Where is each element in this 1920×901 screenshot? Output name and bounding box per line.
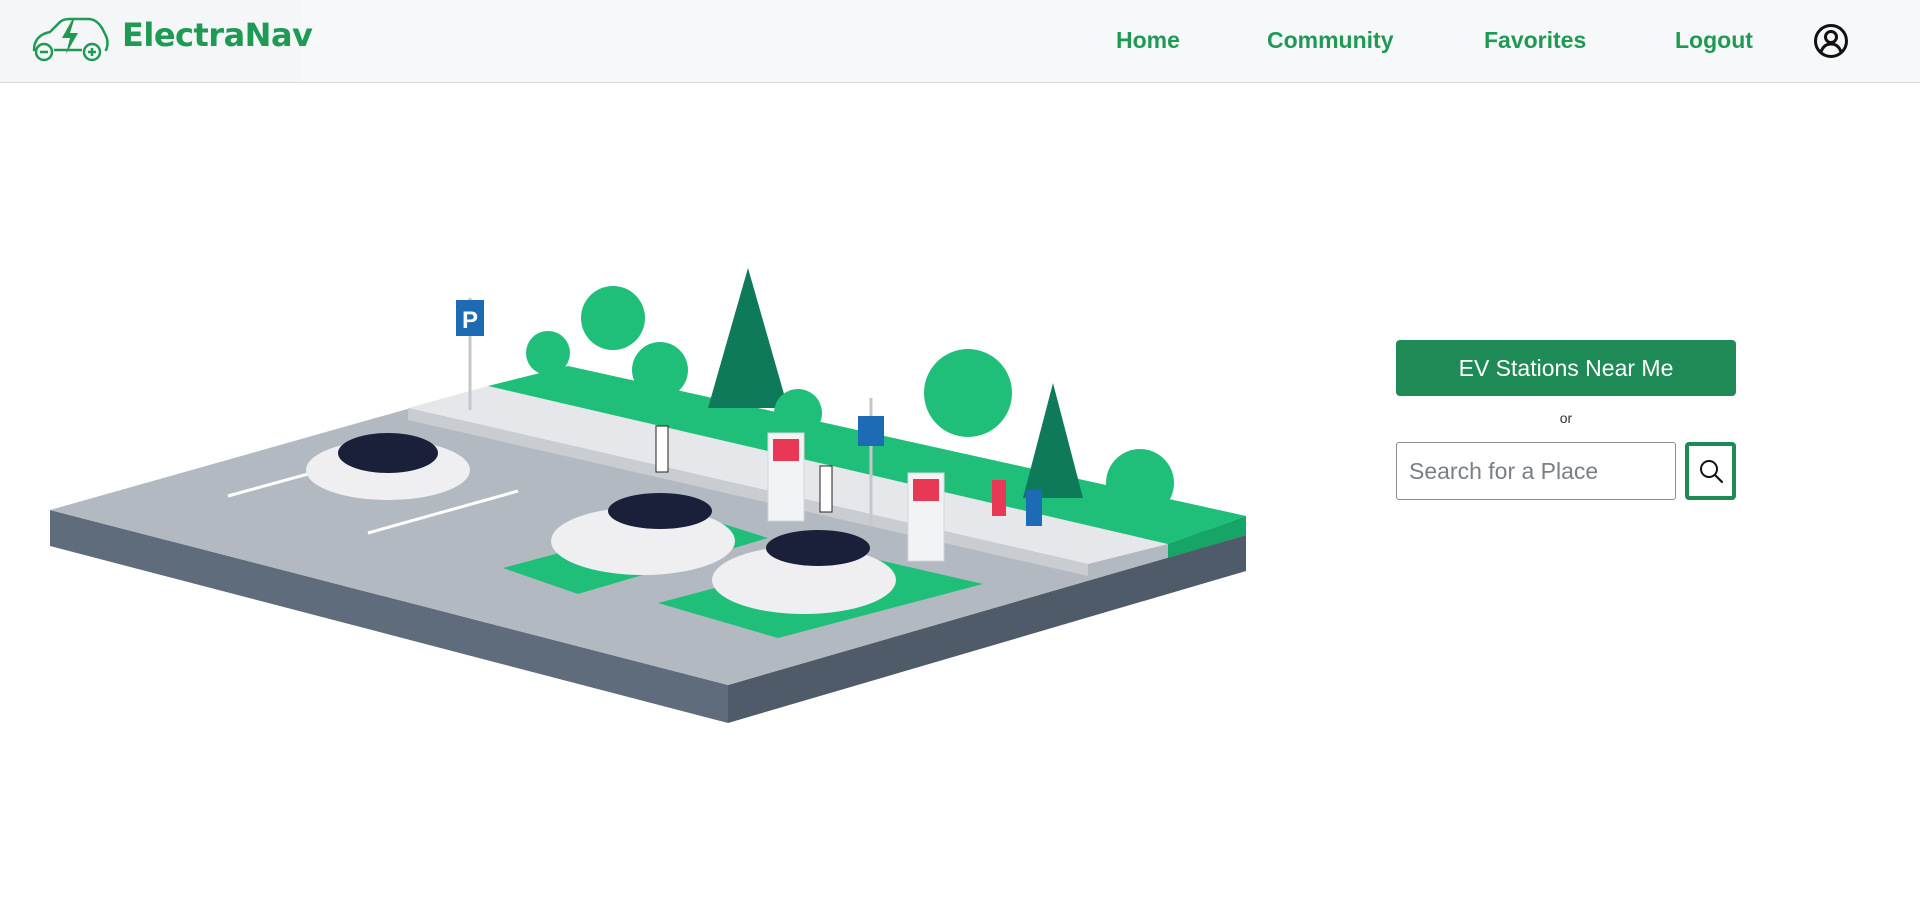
or-separator: or [1559, 410, 1573, 426]
user-circle-icon[interactable] [1813, 23, 1849, 59]
place-search-input[interactable] [1396, 442, 1676, 500]
nav-home-link[interactable]: Home [1116, 27, 1180, 54]
nav-favorites-link[interactable]: Favorites [1484, 27, 1586, 54]
search-icon [1699, 460, 1723, 484]
search-button[interactable] [1685, 442, 1736, 500]
main-nav: Home Community Favorites Logout [0, 0, 1920, 82]
nav-logout-link[interactable]: Logout [1675, 27, 1753, 54]
svg-text:P: P [462, 307, 478, 334]
top-navbar: ElectraNav Home Community Favorites Logo… [0, 0, 1920, 83]
ev-charging-parking-lot-illustration: P [50, 268, 1246, 723]
ev-stations-near-me-button[interactable]: EV Stations Near Me [1396, 340, 1736, 396]
nav-community-link[interactable]: Community [1267, 27, 1394, 54]
